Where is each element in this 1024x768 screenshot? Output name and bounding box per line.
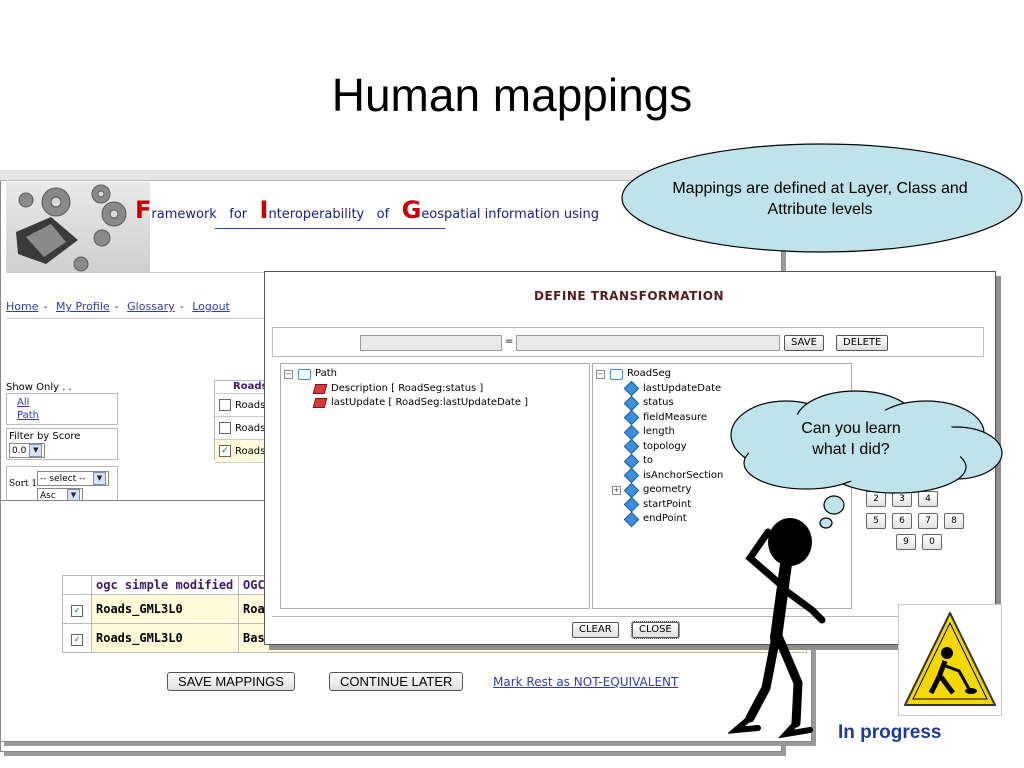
- filter-score-box: Filter by Score 0.0 ▼: [6, 428, 118, 460]
- banner-underline: [215, 228, 445, 229]
- save-mappings-button[interactable]: SAVE MAPPINGS: [167, 672, 295, 691]
- equals-sign: =: [505, 336, 514, 347]
- banner-word-2: for: [229, 207, 248, 222]
- construction-sign: [898, 604, 1002, 716]
- nav-home-link[interactable]: Home: [6, 300, 38, 313]
- class-icon: [298, 368, 311, 380]
- sort-box: Sort 1 -- select -- ▼ Asc ▼: [6, 466, 118, 504]
- banner-title: Framework for Interoperability of Geospa…: [135, 196, 599, 224]
- source-tree-pane: − Path Description [ RoadSeg:status ] las…: [280, 363, 590, 609]
- nav-links: Home - My Profile - Glossary - Logout: [6, 300, 230, 313]
- tree-node-mapping[interactable]: lastUpdate [ RoadSeg:lastUpdateDate ]: [284, 396, 589, 411]
- mapping-icon: [312, 383, 328, 394]
- table-cell: Roads_GML3L0: [91, 623, 239, 653]
- thought-bubble: [730, 390, 1003, 529]
- continue-later-button[interactable]: CONTINUE LATER: [329, 672, 464, 691]
- column-header: ogc simple modified: [91, 575, 239, 595]
- attribute-icon: [623, 496, 640, 513]
- row-checkbox-checked[interactable]: ✓: [71, 633, 83, 646]
- close-button[interactable]: CLOSE: [631, 621, 680, 639]
- attribute-icon: [623, 395, 640, 412]
- collapse-icon[interactable]: −: [284, 369, 293, 379]
- show-path-link[interactable]: Path: [17, 409, 117, 422]
- save-button[interactable]: SAVE: [784, 335, 824, 351]
- attribute-icon: [623, 409, 640, 426]
- roads-column-header: Roads: [215, 381, 267, 394]
- source-expression-input[interactable]: [360, 335, 502, 351]
- clear-button[interactable]: CLEAR: [572, 622, 619, 638]
- gears-icon: [16, 184, 127, 272]
- delete-button[interactable]: DELETE: [836, 335, 889, 351]
- slide-title: Human mappings: [331, 69, 693, 121]
- score-select[interactable]: 0.0 ▼: [9, 443, 46, 458]
- target-expression-input[interactable]: [516, 335, 780, 351]
- row-checkbox[interactable]: [219, 422, 231, 434]
- dialog-footer: [272, 616, 982, 641]
- show-all-link[interactable]: All: [17, 396, 117, 409]
- attribute-icon: [623, 467, 640, 484]
- show-only-box: All Path: [6, 393, 118, 425]
- mark-rest-link[interactable]: Mark Rest as NOT-EQUIVALENT: [493, 675, 678, 689]
- keypad-row-3: 9 0: [896, 534, 942, 550]
- mapping-icon: [312, 398, 328, 409]
- class-icon: [610, 368, 623, 380]
- row-checkbox[interactable]: [219, 399, 231, 411]
- sort-field-select[interactable]: -- select -- ▼: [37, 471, 109, 486]
- expand-icon[interactable]: +: [612, 485, 621, 495]
- attribute-icon: [623, 453, 640, 470]
- key-9[interactable]: 9: [896, 534, 916, 550]
- chevron-down-icon: ▼: [29, 444, 43, 457]
- attribute-icon: [623, 511, 640, 528]
- show-only-label: Show Only . .: [6, 382, 72, 393]
- banner-word-4: of: [376, 207, 390, 222]
- men-at-work-icon: [904, 612, 996, 706]
- tree-node-mapping[interactable]: Description [ RoadSeg:status ]: [284, 382, 589, 397]
- key-0[interactable]: 0: [922, 534, 942, 550]
- banner-word-5: Geospatial information using: [401, 196, 599, 224]
- table-cell: Roads_GML3L0: [91, 594, 239, 624]
- banner-word-3: Interoperability: [259, 196, 365, 224]
- attribute-icon: [623, 438, 640, 455]
- attribute-icon: [623, 482, 640, 499]
- filter-score-label: Filter by Score: [9, 431, 81, 442]
- roads-row: Roads: [215, 394, 267, 417]
- tree-node-roadseg[interactable]: − RoadSeg: [596, 367, 851, 382]
- nav-glossary-link[interactable]: Glossary: [127, 300, 175, 313]
- thought-bubble-text: Can you learn what I did?: [801, 420, 901, 458]
- in-progress-label: In progress: [838, 722, 942, 743]
- gears-logo: [6, 182, 150, 272]
- banner-word-1: Framework: [135, 196, 217, 224]
- sort-label: Sort 1: [9, 479, 38, 489]
- row-checkbox-checked[interactable]: ✓: [71, 604, 83, 617]
- roads-row: ✓ Roads: [215, 440, 267, 463]
- chevron-down-icon: ▼: [93, 472, 106, 485]
- thinking-figure-icon: [728, 518, 826, 739]
- collapse-icon[interactable]: −: [596, 369, 605, 379]
- dialog-title: DEFINE TRANSFORMATION: [534, 289, 724, 303]
- roads-column: Roads Roads Roads ✓ Roads: [214, 380, 268, 463]
- ellipse-callout-text: Mappings are defined at Layer, Class and…: [672, 180, 968, 218]
- nav-profile-link[interactable]: My Profile: [56, 300, 110, 313]
- nav-logout-link[interactable]: Logout: [192, 300, 230, 313]
- roads-row: Roads: [215, 417, 267, 440]
- tree-node-path[interactable]: − Path: [284, 367, 589, 382]
- attribute-icon: [623, 424, 640, 441]
- attribute-icon: [623, 380, 640, 397]
- row-checkbox-checked[interactable]: ✓: [219, 445, 231, 457]
- nav-divider: [6, 318, 266, 319]
